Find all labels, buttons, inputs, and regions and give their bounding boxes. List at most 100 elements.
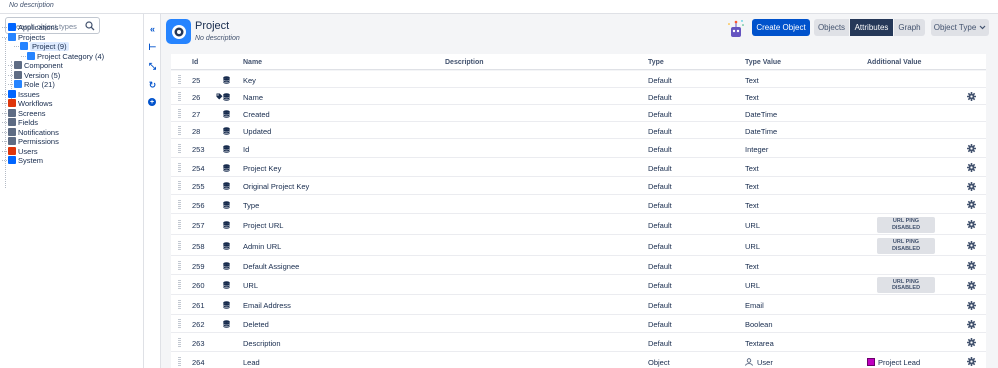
drag-handle[interactable]: [178, 199, 181, 210]
robot-icon: [728, 20, 744, 37]
top-bar: No description: [0, 0, 998, 14]
attribute-id: 259: [192, 262, 205, 271]
drag-handle[interactable]: [178, 108, 181, 119]
hierarchy-icon[interactable]: ⊢: [147, 42, 158, 53]
tree-branch: [21, 56, 26, 57]
tree-branch: [8, 65, 13, 66]
table-row[interactable]: 27 Created Default DateTime: [171, 105, 986, 122]
drag-handle[interactable]: [178, 240, 181, 251]
tree-item-label: System: [18, 155, 44, 165]
attribute-id: 261: [192, 301, 205, 310]
users-icon: [8, 147, 16, 155]
gear-icon[interactable]: [967, 280, 976, 290]
attribute-name: Admin URL: [243, 242, 282, 251]
table-row[interactable]: 26 Name Default Text: [171, 88, 986, 105]
table-row[interactable]: 264 Lead Object User Project Lead: [171, 352, 986, 368]
shrink-icon[interactable]: ⤡: [147, 61, 158, 72]
drag-handle[interactable]: [178, 91, 181, 102]
role-icon: [14, 80, 22, 88]
table-row[interactable]: 259 Default Assignee Default Text: [171, 256, 986, 275]
drag-handle[interactable]: [178, 219, 181, 230]
gear-icon[interactable]: [967, 144, 976, 153]
tree-item-workflows[interactable]: Workflows: [8, 98, 52, 108]
object-type-dropdown-label: Object Type: [933, 23, 977, 32]
gear-icon[interactable]: [967, 92, 976, 101]
attribute-id: 258: [192, 242, 205, 251]
table-row[interactable]: 263 Description Default Textarea: [171, 333, 986, 352]
table-row[interactable]: 261 Email Address Default Email: [171, 295, 986, 315]
drag-handle[interactable]: [178, 319, 181, 329]
project-category-icon: [27, 52, 35, 60]
tree-branch: [2, 37, 7, 38]
attribute-type-value: Boolean: [745, 320, 773, 329]
attribute-type-value: URL: [745, 221, 761, 230]
gear-icon[interactable]: [967, 220, 976, 229]
table-row[interactable]: 254 Project Key Default Text: [171, 158, 986, 177]
table-row[interactable]: 256 Type Default Text: [171, 195, 986, 214]
tree-item-label: Permissions: [18, 136, 59, 146]
tree-item-applications[interactable]: Applications: [8, 22, 58, 32]
tab-attributes[interactable]: Attributes: [850, 19, 893, 36]
gear-icon[interactable]: [967, 241, 976, 250]
tree-item-role-21[interactable]: Role (21): [14, 79, 55, 89]
tab-graph[interactable]: Graph: [894, 19, 925, 36]
gear-icon[interactable]: [967, 319, 976, 329]
drag-handle[interactable]: [178, 74, 181, 85]
tree-toolbar: « ⊢ ⤡ ↻ +: [144, 14, 161, 368]
col-additional-value: Additional Value: [867, 59, 922, 66]
database-icon: [223, 144, 230, 153]
drag-handle[interactable]: [178, 125, 181, 136]
gear-icon[interactable]: [967, 181, 976, 191]
tree-branch: [2, 160, 7, 161]
gear-icon[interactable]: [967, 300, 976, 310]
tree-item-project-9[interactable]: Project (9): [20, 41, 69, 51]
gear-icon[interactable]: [967, 163, 976, 172]
table-row[interactable]: 258 Admin URL Default URL URL PING DISABLED: [171, 235, 986, 256]
add-icon[interactable]: +: [148, 98, 156, 106]
collapse-icon[interactable]: «: [147, 23, 158, 34]
drag-handle[interactable]: [178, 356, 181, 367]
tree-item-fields[interactable]: Fields: [8, 117, 38, 127]
object-type-dropdown[interactable]: Object Type: [931, 19, 989, 36]
notifications-icon: [8, 128, 16, 136]
table-row[interactable]: 262 Deleted Default Boolean: [171, 315, 986, 333]
table-row[interactable]: 257 Project URL Default URL URL PING DISABLE…: [171, 214, 986, 235]
search-icon[interactable]: [85, 21, 95, 31]
attribute-type-value: Integer: [745, 145, 769, 154]
drag-handle[interactable]: [178, 260, 181, 271]
gear-icon[interactable]: [967, 200, 976, 209]
tree-item-system[interactable]: System: [8, 155, 43, 165]
drag-handle[interactable]: [178, 337, 181, 348]
projects-icon: [8, 33, 16, 41]
attribute-type-value: Text: [745, 164, 759, 173]
attribute-name: Project URL: [243, 221, 284, 230]
create-object-button[interactable]: Create Object: [752, 19, 810, 36]
attribute-id: 254: [192, 164, 205, 173]
database-icon: [223, 320, 230, 328]
refresh-icon[interactable]: ↻: [147, 80, 158, 91]
applications-icon: [8, 23, 16, 31]
gear-icon[interactable]: [967, 261, 976, 270]
gear-icon[interactable]: [967, 357, 976, 366]
attribute-type-value: Text: [745, 262, 759, 271]
attribute-type-value: URL: [745, 242, 761, 251]
attribute-type-value: Text: [745, 93, 759, 102]
tab-objects[interactable]: Objects: [814, 19, 849, 36]
drag-handle[interactable]: [178, 280, 181, 290]
table-row[interactable]: 253 Id Default Integer: [171, 139, 986, 158]
table-row[interactable]: 28 Updated Default DateTime: [171, 122, 986, 139]
attribute-name: Id: [243, 145, 250, 154]
gear-icon[interactable]: [967, 338, 976, 347]
table-row[interactable]: 25 Key Default Text: [171, 71, 986, 88]
drag-handle[interactable]: [178, 300, 181, 310]
table-row[interactable]: 255 Original Project Key Default Text: [171, 177, 986, 195]
drag-handle[interactable]: [178, 181, 181, 191]
table-row[interactable]: 260 URL Default URL URL PING DISABLED: [171, 275, 986, 295]
attribute-name: Name: [243, 93, 264, 102]
tree-item-component[interactable]: Component: [14, 60, 63, 70]
tree-item-permissions[interactable]: Permissions: [8, 136, 59, 146]
drag-handle[interactable]: [178, 162, 181, 173]
tree-branch: [2, 94, 7, 95]
database-icon: [223, 301, 230, 309]
drag-handle[interactable]: [178, 143, 181, 154]
